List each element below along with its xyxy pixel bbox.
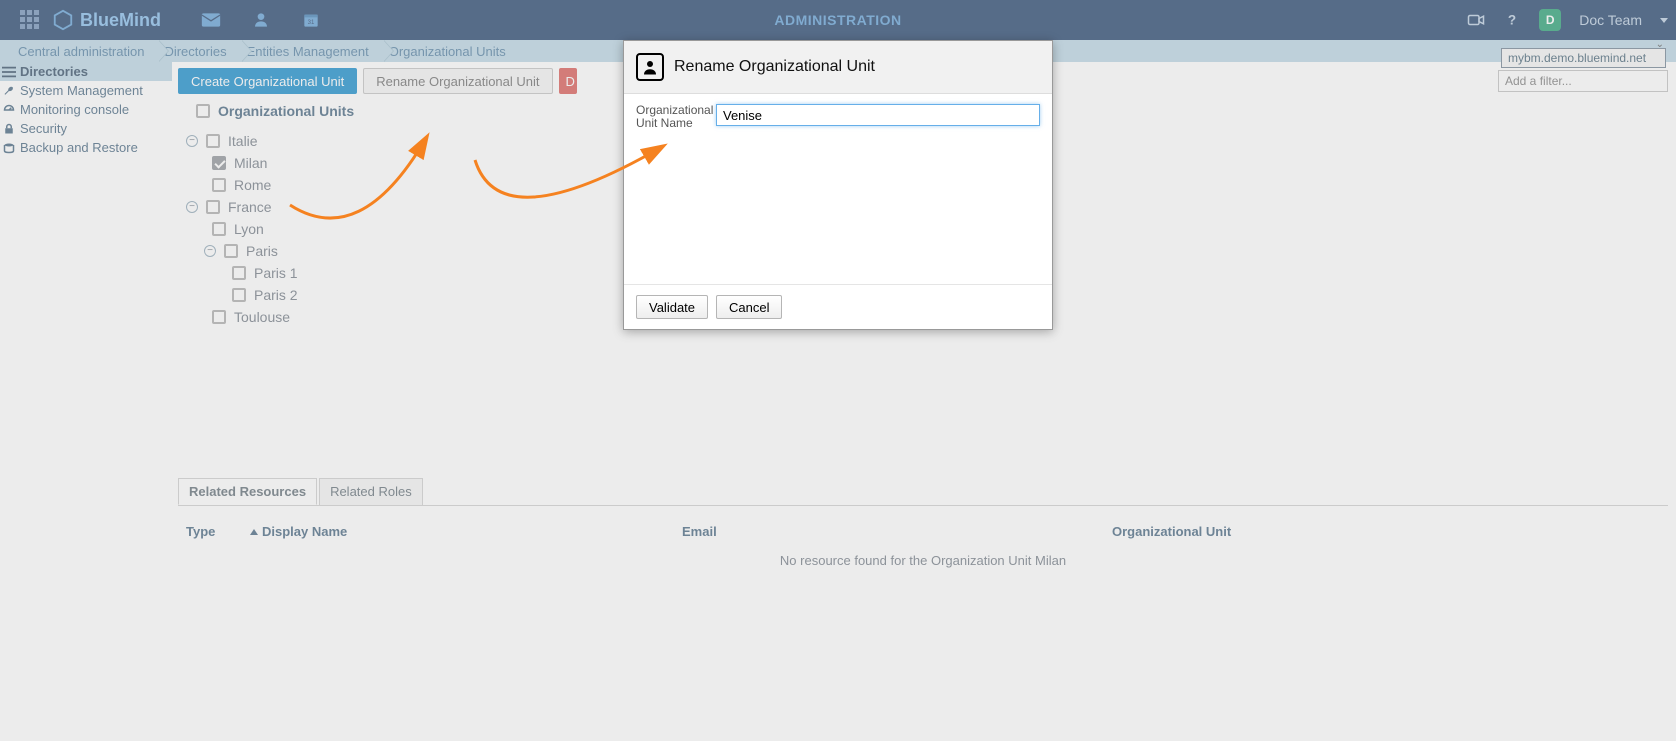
- user-square-icon: [636, 53, 664, 81]
- ou-name-label: Organizational Unit Name: [636, 104, 710, 130]
- cancel-button[interactable]: Cancel: [716, 295, 782, 319]
- rename-dialog: Rename Organizational Unit Organizationa…: [623, 40, 1053, 330]
- dialog-header: Rename Organizational Unit: [624, 41, 1052, 94]
- validate-button[interactable]: Validate: [636, 295, 708, 319]
- ou-name-input[interactable]: [716, 104, 1040, 126]
- dialog-title: Rename Organizational Unit: [674, 58, 875, 76]
- modal-overlay: Rename Organizational Unit Organizationa…: [0, 0, 1676, 741]
